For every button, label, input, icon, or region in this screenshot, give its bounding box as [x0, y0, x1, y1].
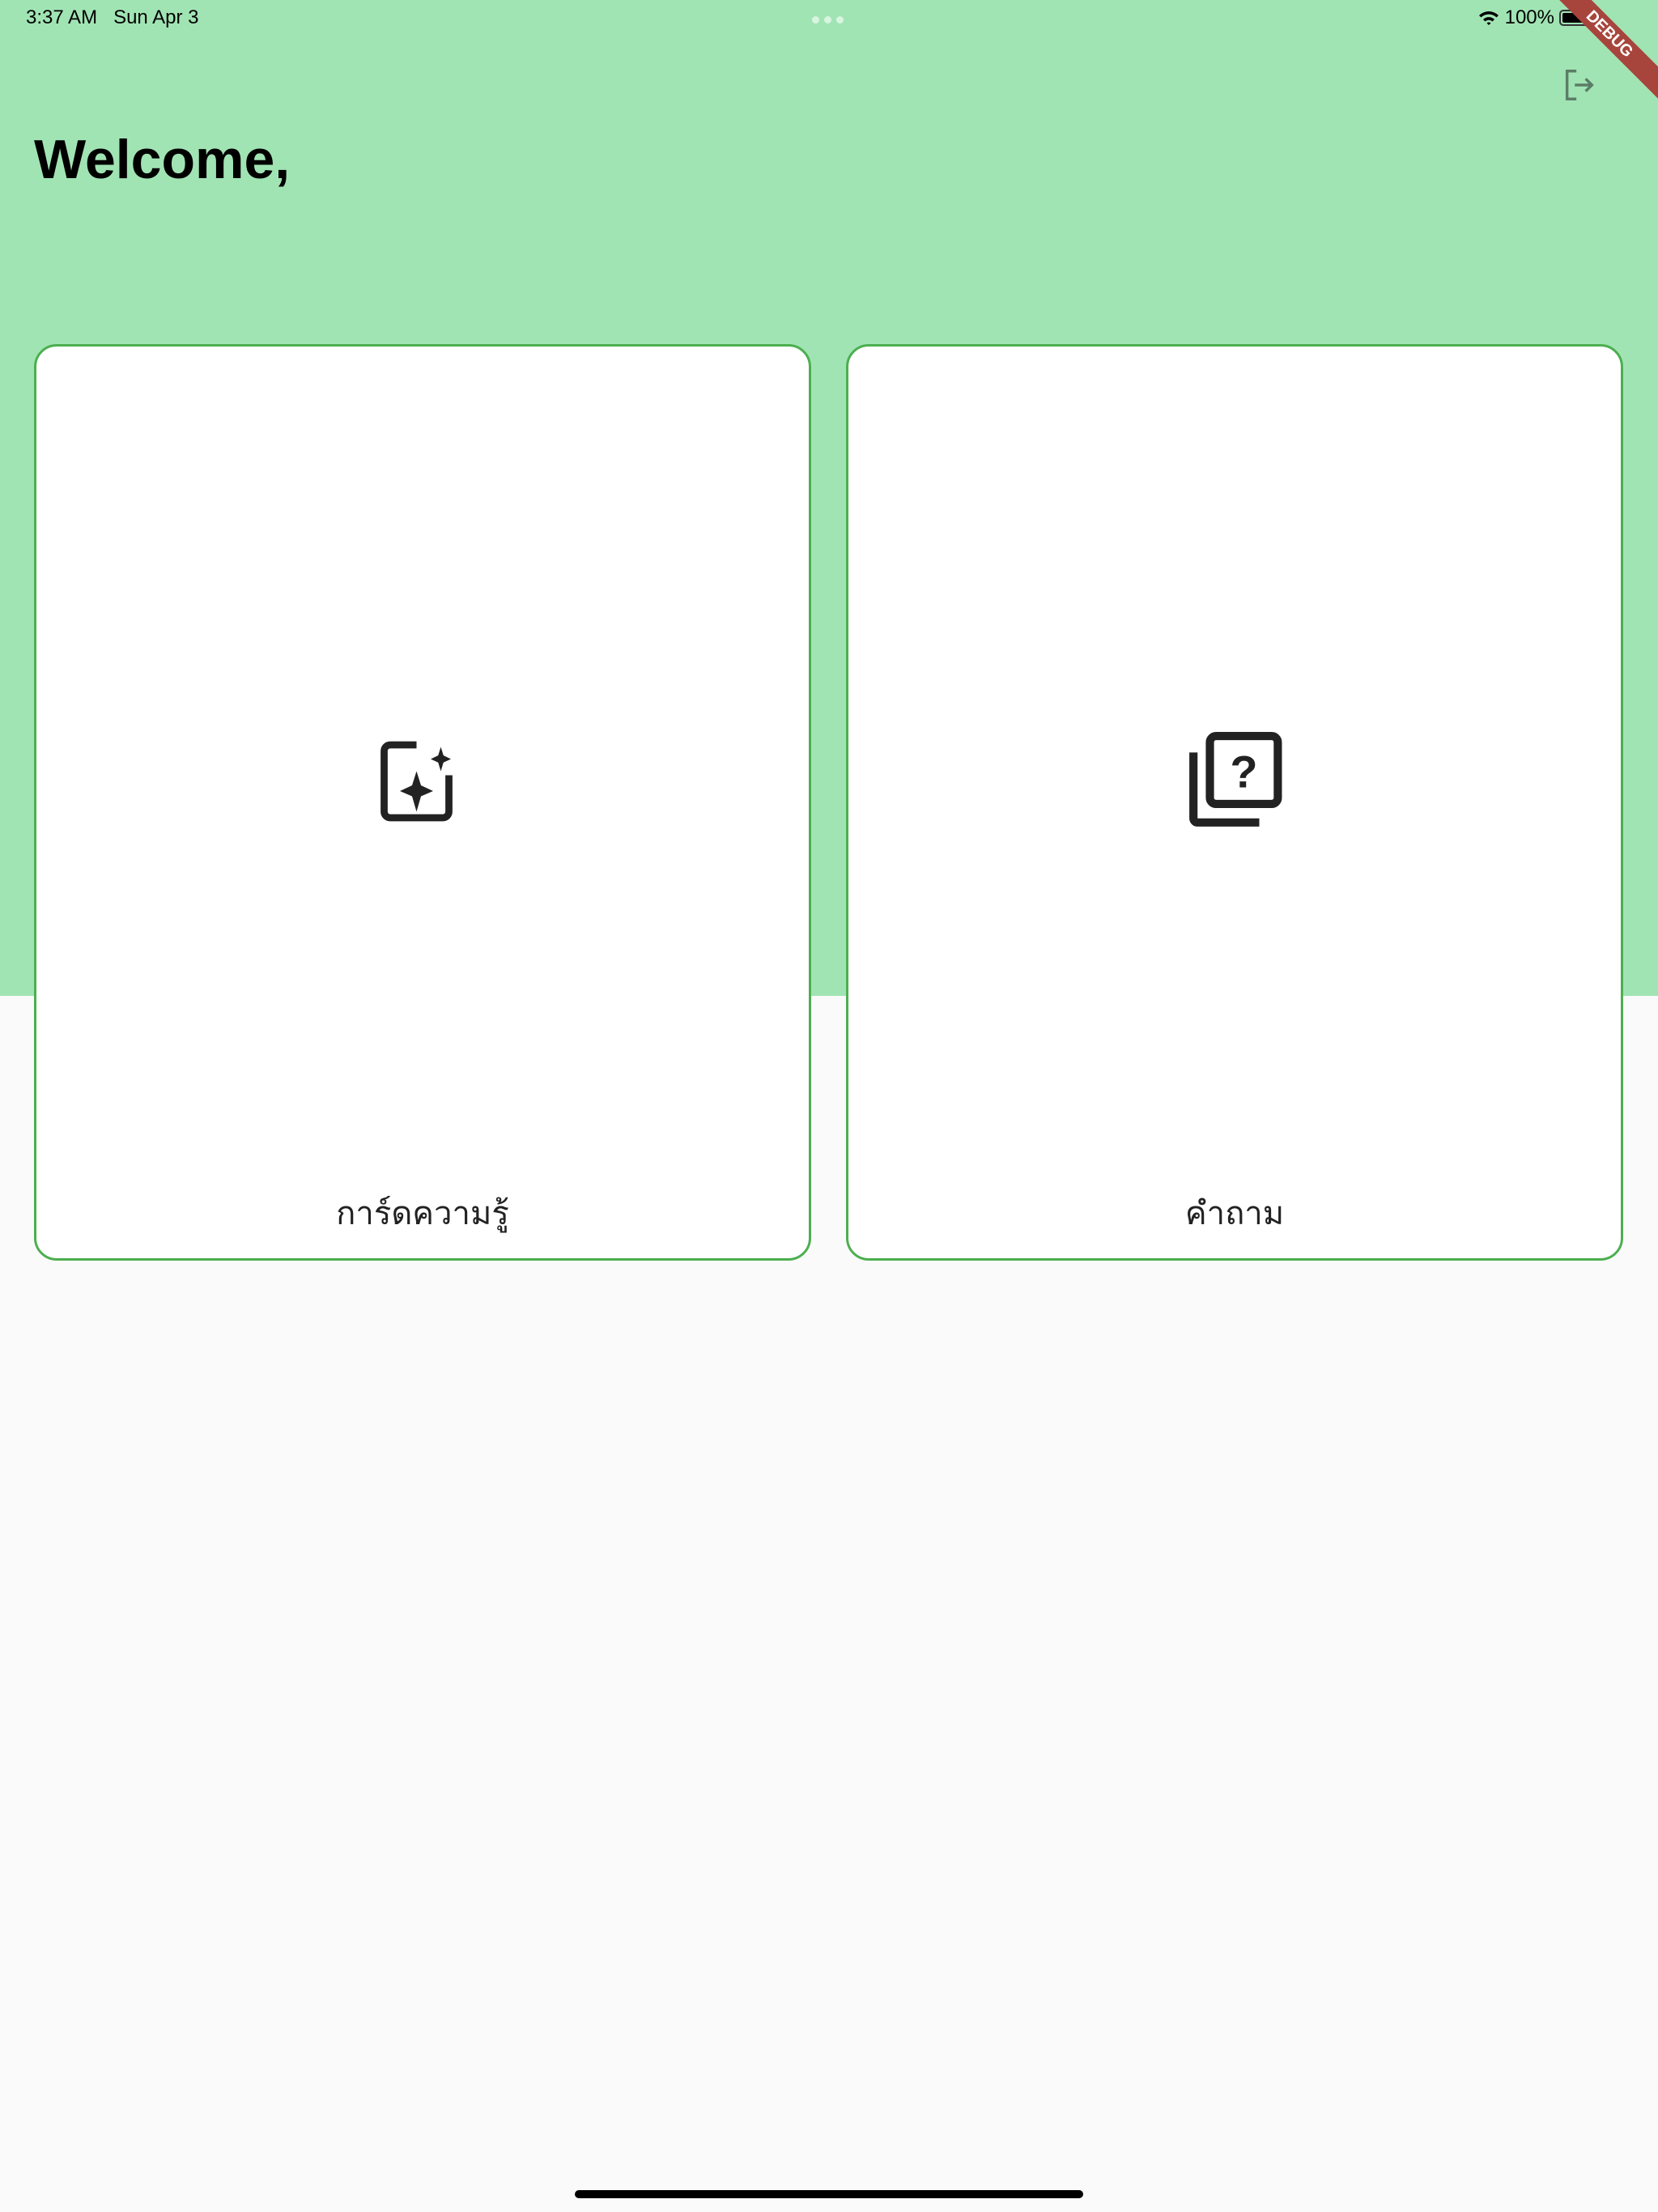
svg-text:?: ?	[1230, 747, 1257, 798]
time-text: 3:37 AM	[26, 6, 98, 28]
card-label: คำถาม	[1184, 1195, 1285, 1232]
card-label: การ์ดความรู้	[336, 1195, 509, 1232]
date-text: Sun Apr 3	[113, 6, 199, 28]
knowledge-card-button[interactable]: การ์ดความรู้	[34, 344, 811, 1261]
questions-card-button[interactable]: ? คำถาม	[846, 344, 1623, 1261]
multitasking-dots[interactable]	[812, 16, 844, 23]
question-library-icon: ?	[1189, 732, 1282, 827]
home-indicator[interactable]	[575, 2190, 1083, 2198]
sparkle-card-icon	[380, 741, 453, 822]
status-time: 3:37 AM Sun Apr 3	[26, 6, 199, 29]
battery-percent: 100%	[1504, 6, 1554, 28]
logout-icon[interactable]	[1561, 66, 1598, 104]
page-title: Welcome,	[34, 129, 291, 190]
wifi-icon	[1478, 11, 1499, 25]
